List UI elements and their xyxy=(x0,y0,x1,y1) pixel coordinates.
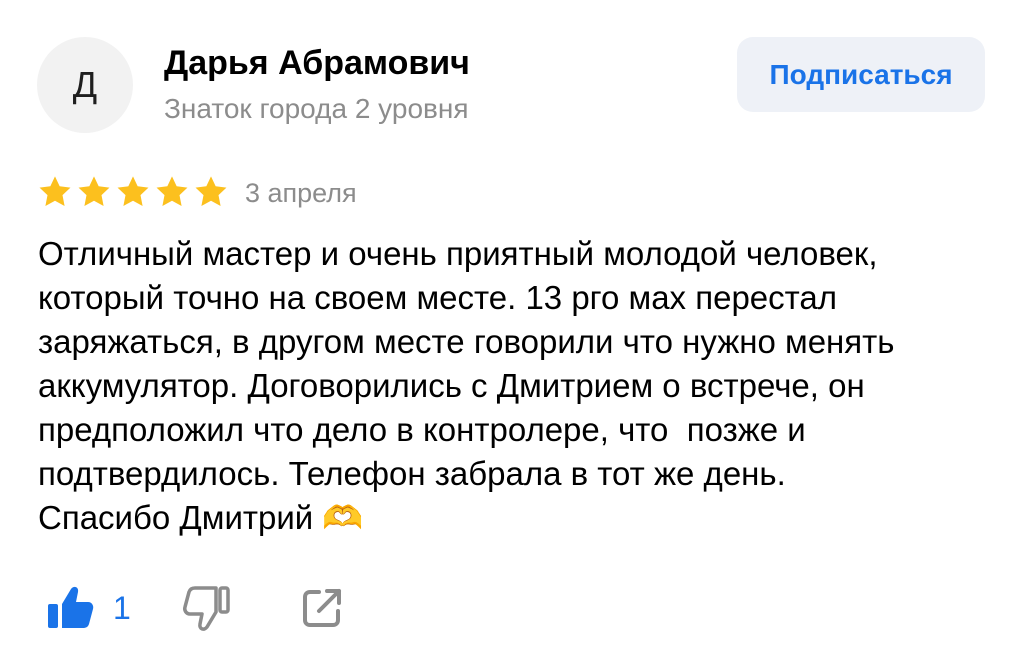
rating-stars xyxy=(37,174,229,210)
thumbs-down-icon xyxy=(182,586,230,631)
star-icon xyxy=(117,176,149,206)
review-text-line: Отличный мастер и очень приятный молодой… xyxy=(38,235,878,272)
dislike-button[interactable] xyxy=(181,584,231,632)
avatar[interactable]: Д xyxy=(37,37,133,133)
review-actions: 1 xyxy=(45,584,343,632)
star-icon xyxy=(195,176,227,206)
thumbs-up-icon xyxy=(48,586,94,628)
review-text: Отличный мастер и очень приятный молодой… xyxy=(38,232,998,540)
review-text-line: предположил что дело в контролере, что п… xyxy=(38,411,806,448)
subscribe-button[interactable]: Подписаться xyxy=(737,37,985,112)
author-name[interactable]: Дарья Абрамович xyxy=(164,44,470,83)
review-text-line: Спасибо Дмитрий 🫶 xyxy=(38,499,364,536)
review-text-line: заряжаться, в другом месте говорили что … xyxy=(38,323,895,360)
review-text-line: аккумулятор. Договорились с Дмитрием о в… xyxy=(38,367,865,404)
like-count: 1 xyxy=(113,589,131,626)
star-icon xyxy=(78,176,110,206)
share-button[interactable] xyxy=(301,587,343,629)
author-level: Знаток города 2 уровня xyxy=(164,93,469,124)
review-text-line: подтвердилось. Телефон забрала в тот же … xyxy=(38,455,786,492)
avatar-initial: Д xyxy=(72,64,98,105)
review-card: Д Дарья Абрамович Знаток города 2 уровня… xyxy=(0,0,1024,655)
review-date: 3 апреля xyxy=(245,178,357,208)
star-icon xyxy=(39,176,71,206)
star-icon xyxy=(156,176,188,206)
review-text-line: который точно на своем месте. 13 рго мах… xyxy=(38,279,838,316)
share-icon xyxy=(302,589,341,627)
like-button[interactable]: 1 xyxy=(45,584,131,632)
